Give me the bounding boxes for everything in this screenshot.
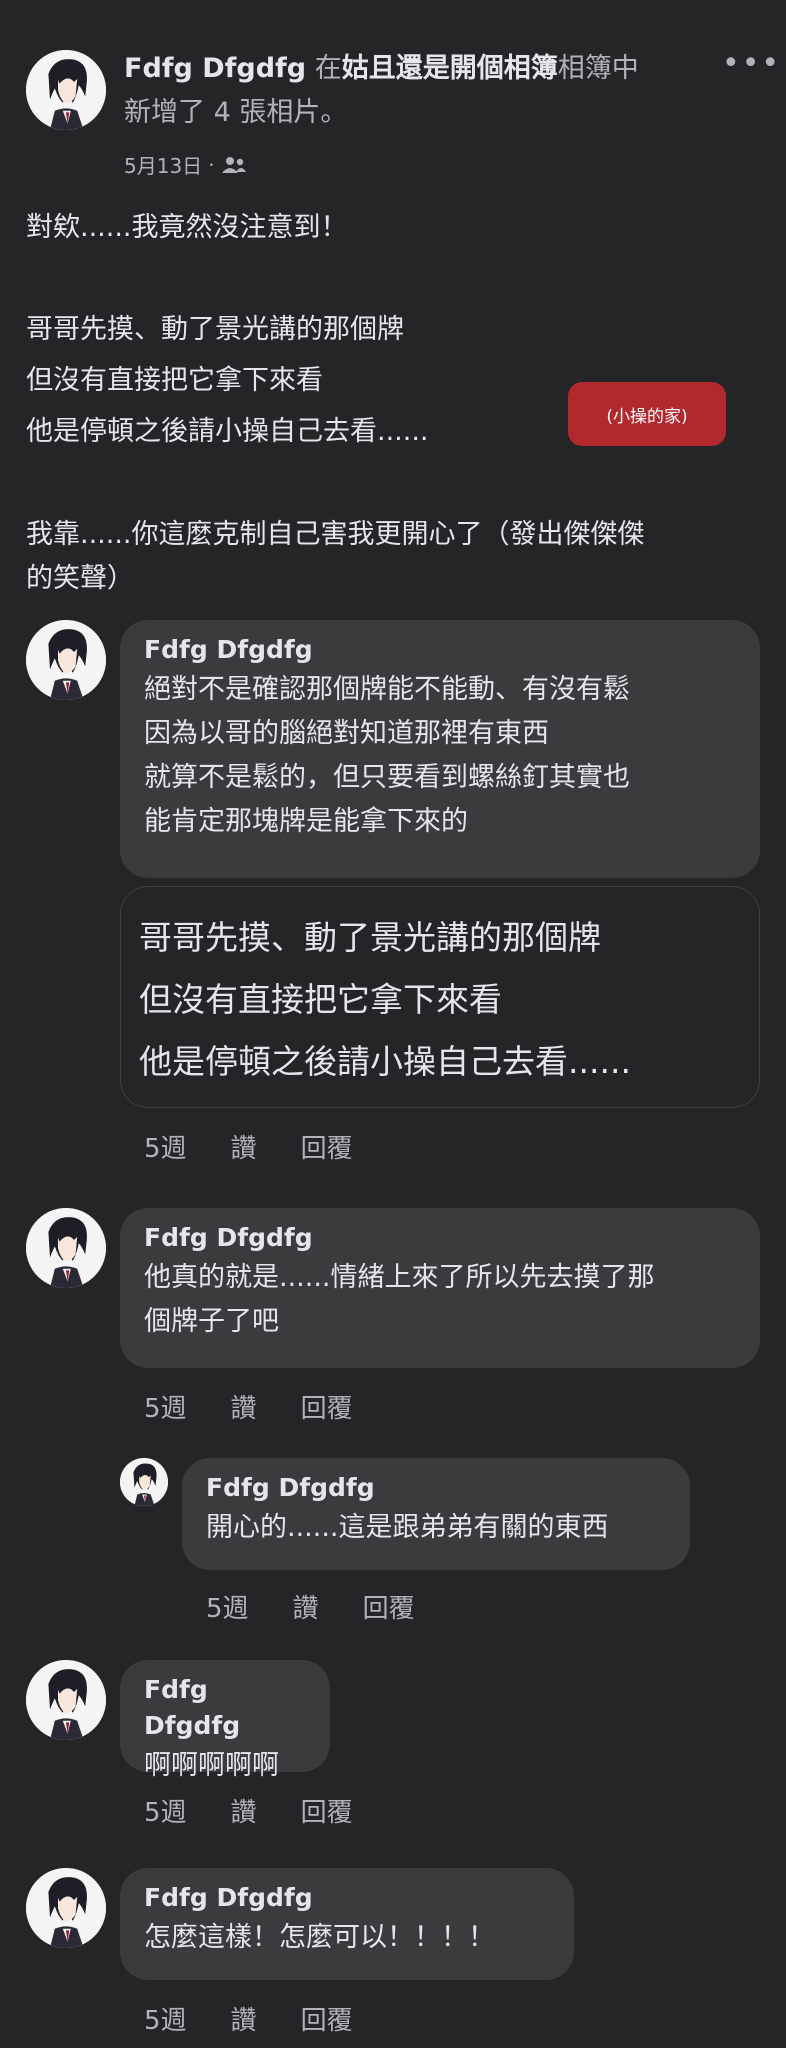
- comment-line: 個牌子了吧: [144, 1306, 279, 1337]
- reply-button[interactable]: 回覆: [301, 1792, 353, 1829]
- quote-line: 但沒有直接把它拿下來看: [139, 980, 502, 1019]
- comment-time[interactable]: 5週: [144, 1128, 187, 1165]
- comment-avatar[interactable]: [26, 1868, 106, 1948]
- reply-actions: 5週 讚 回覆: [206, 1588, 415, 1625]
- album-link[interactable]: 姑且還是開個相簿: [342, 53, 558, 84]
- reply-button[interactable]: 回覆: [301, 2000, 353, 2037]
- comment-line: 能肯定那塊牌是能拿下來的: [144, 806, 468, 837]
- reply-line: 開心的......這是跟弟弟有關的東西: [206, 1512, 609, 1543]
- comment-bubble: Fdfg Dfgdfg 怎麼這樣！怎麼可以！！！！: [120, 1868, 574, 1980]
- post-line: 的笑聲）: [26, 563, 134, 594]
- comment-time[interactable]: 5週: [144, 1388, 187, 1425]
- post-line: 我靠......你這麼克制自己害我更開心了（發出傑傑傑: [26, 519, 645, 550]
- quote-line: 他是停頓之後請小操自己去看......: [139, 1042, 631, 1081]
- like-button[interactable]: 讚: [293, 1588, 319, 1625]
- post-header: Fdfg Dfgdfg 在姑且還是開個相簿相簿中: [124, 52, 639, 86]
- reply-bubble: Fdfg Dfgdfg 開心的......這是跟弟弟有關的東西: [182, 1458, 690, 1570]
- like-button[interactable]: 讚: [231, 1792, 257, 1829]
- post-line: 哥哥先摸、動了景光講的那個牌: [26, 314, 404, 345]
- post-paragraph-1: 對欸......我竟然沒注意到！: [26, 212, 348, 243]
- comment-time[interactable]: 5週: [144, 1792, 187, 1829]
- post-in-word: 在: [314, 53, 342, 84]
- like-button[interactable]: 讚: [231, 2000, 257, 2037]
- friends-icon: [221, 156, 246, 173]
- comment-author[interactable]: Fdfg Dfgdfg: [144, 632, 736, 668]
- comment-time[interactable]: 5週: [206, 1588, 249, 1625]
- comment-actions: 5週 讚 回覆: [144, 1792, 353, 1829]
- meta-separator: ·: [208, 152, 215, 177]
- like-button[interactable]: 讚: [231, 1388, 257, 1425]
- comment-actions: 5週 讚 回覆: [144, 2000, 353, 2037]
- comment-bubble: Fdfg Dfgdfg 啊啊啊啊啊: [120, 1660, 330, 1781]
- post-author-avatar[interactable]: [26, 50, 106, 130]
- album-suffix: 相簿中: [557, 53, 639, 84]
- reply-avatar[interactable]: [120, 1458, 168, 1506]
- location-chip[interactable]: (小操的家): [568, 382, 726, 446]
- comment-line: 絕對不是確認那個牌能不能動、有沒有鬆: [144, 674, 630, 705]
- comment-line: 怎麼這樣！怎麼可以！！！！: [144, 1922, 495, 1953]
- reply-button[interactable]: 回覆: [363, 1588, 415, 1625]
- reply-author[interactable]: Fdfg Dfgdfg: [206, 1470, 666, 1506]
- reply-button[interactable]: 回覆: [301, 1128, 353, 1165]
- comment-avatar[interactable]: [26, 620, 106, 700]
- post-meta: 5月13日 ·: [124, 150, 247, 179]
- post-action-line: 新增了 4 張相片。: [124, 97, 348, 128]
- comment-time[interactable]: 5週: [144, 2000, 187, 2037]
- comment-line: 就算不是鬆的，但只要看到螺絲釘其實也: [144, 762, 630, 793]
- comment-bubble: Fdfg Dfgdfg 絕對不是確認那個牌能不能動、有沒有鬆 因為以哥的腦絕對知…: [120, 620, 760, 878]
- comment-line: 啊啊啊啊啊: [144, 1750, 279, 1781]
- comment-author[interactable]: Fdfg Dfgdfg: [144, 1880, 550, 1916]
- comment-bubble: Fdfg Dfgdfg 他真的就是......情緒上來了所以先去摸了那 個牌子了…: [120, 1208, 760, 1368]
- quote-line: 哥哥先摸、動了景光講的那個牌: [139, 918, 601, 957]
- reply-button[interactable]: 回覆: [301, 1388, 353, 1425]
- like-button[interactable]: 讚: [231, 1128, 257, 1165]
- comment-actions: 5週 讚 回覆: [144, 1388, 353, 1425]
- comment-avatar[interactable]: [26, 1208, 106, 1288]
- more-options-icon[interactable]: •••: [722, 46, 781, 81]
- post-author-name[interactable]: Fdfg Dfgdfg: [124, 53, 306, 84]
- post-date[interactable]: 5月13日: [124, 150, 202, 179]
- comment-line: 他真的就是......情緒上來了所以先去摸了那: [144, 1262, 655, 1293]
- comment-actions: 5週 讚 回覆: [144, 1128, 353, 1165]
- comment-line: 因為以哥的腦絕對知道那裡有東西: [144, 718, 549, 749]
- comment-author[interactable]: Fdfg Dfgdfg: [144, 1220, 736, 1256]
- quoted-text-card: 哥哥先摸、動了景光講的那個牌 但沒有直接把它拿下來看 他是停頓之後請小操自己去看…: [120, 886, 760, 1108]
- comment-avatar[interactable]: [26, 1660, 106, 1740]
- comment-author[interactable]: Fdfg Dfgdfg: [144, 1672, 306, 1744]
